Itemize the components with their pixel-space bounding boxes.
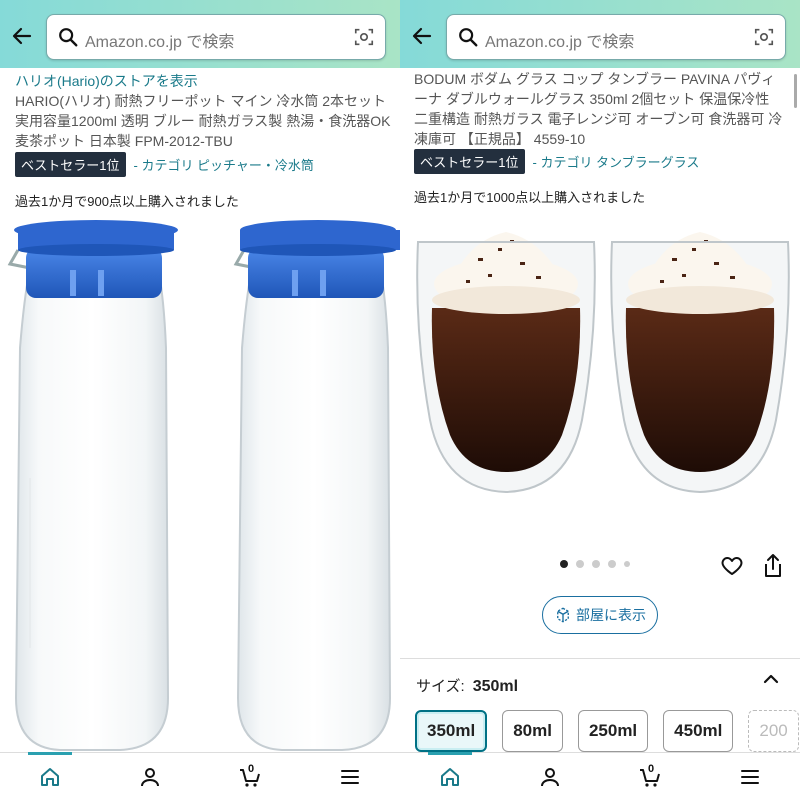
carousel-dot[interactable] [624,561,630,567]
tab-home[interactable] [400,752,500,800]
pitcher-illustration [7,220,400,751]
header-bar: Amazon.co.jp で検索 [400,0,800,68]
tab-menu[interactable] [300,753,400,800]
pitcher-right [233,220,400,751]
tab-cart[interactable]: 0 [600,753,700,800]
camera-search-icon[interactable] [353,26,375,48]
category-link[interactable]: - カテゴリ タンブラーグラス [533,152,700,171]
search-placeholder: Amazon.co.jp で検索 [485,34,635,51]
back-arrow-icon[interactable] [10,24,34,48]
divider [400,658,800,659]
product-title: HARIO(ハリオ) 耐熱フリーポット マイン 冷水筒 2本セット 実用容量12… [15,93,391,149]
pitcher-left [7,220,178,751]
bestseller-row: ベストセラー1位 - カテゴリ ピッチャー・冷水筒 [15,152,314,177]
carousel-dot[interactable] [592,560,600,568]
category-link[interactable]: - カテゴリ ピッチャー・冷水筒 [134,155,314,174]
carousel-dots[interactable] [560,560,630,568]
purchase-count-text: 過去1か月で1000点以上購入されました [414,190,646,205]
home-icon [41,767,59,786]
product-image[interactable] [0,218,400,752]
tab-cart[interactable]: 0 [200,753,300,800]
search-icon [59,28,78,47]
cart-count: 0 [648,763,655,775]
cart-count: 0 [248,763,255,775]
size-selected-value: 350ml [472,678,519,695]
store-link[interactable]: ハリオ(Hario)のストアを表示 [15,71,198,91]
tab-account[interactable] [100,753,200,800]
menu-icon [341,769,359,784]
tab-home[interactable] [0,752,100,800]
glass-illustration [416,232,790,494]
search-placeholder: Amazon.co.jp で検索 [85,34,235,51]
right-product-pane: Amazon.co.jp で検索 BODUM ボダム グラス コップ タンブラー… [400,0,800,800]
size-option[interactable]: 450ml [663,710,734,752]
ar-cube-icon [557,607,569,623]
size-options: 350ml 80ml 250ml 450ml 200 [415,710,799,752]
size-option[interactable]: 200 [748,710,799,752]
home-icon [441,767,459,786]
scrollbar[interactable] [794,74,797,108]
header-bar: Amazon.co.jp で検索 [0,0,400,68]
carousel-dot[interactable] [576,560,584,568]
menu-icon [741,769,759,784]
view-in-room-button[interactable]: 部屋に表示 [542,596,658,634]
camera-search-icon[interactable] [753,26,775,48]
search-bar[interactable]: Amazon.co.jp で検索 [46,14,386,60]
search-icon [459,28,478,47]
account-icon [541,767,559,786]
bestseller-badge: ベストセラー1位 [414,149,525,174]
search-bar[interactable]: Amazon.co.jp で検索 [446,14,786,60]
product-image[interactable] [400,210,800,500]
heart-icon[interactable] [720,554,744,578]
glass-left [416,232,596,494]
purchase-count-text: 過去1か月で900点以上購入されました [15,194,239,209]
size-option[interactable]: 250ml [577,710,649,752]
view-in-room-label: 部屋に表示 [576,607,646,623]
product-title: BODUM ボダム グラス コップ タンブラー PAVINA パヴィーナ ダブル… [414,71,783,147]
left-product-pane: Amazon.co.jp で検索 ハリオ(Hario)のストアを表示 HARIO… [0,0,400,800]
bestseller-row: ベストセラー1位 - カテゴリ タンブラーグラス [414,149,699,174]
account-icon [141,767,159,786]
bestseller-badge: ベストセラー1位 [15,152,126,177]
size-selector-header: サイズ: 350ml [416,675,518,696]
split-screen: Amazon.co.jp で検索 ハリオ(Hario)のストアを表示 HARIO… [0,0,800,800]
size-option[interactable]: 80ml [502,710,563,752]
carousel-dot[interactable] [608,560,616,568]
bottom-tab-bar: 0 [400,752,800,800]
size-label: サイズ: [416,678,465,695]
tab-account[interactable] [500,753,600,800]
carousel-dot[interactable] [560,560,568,568]
bottom-tab-bar: 0 [0,752,400,800]
glass-right [610,232,790,494]
share-icon[interactable] [762,553,784,579]
back-arrow-icon[interactable] [410,24,434,48]
tab-menu[interactable] [700,753,800,800]
chevron-up-icon[interactable] [762,670,780,688]
size-option[interactable]: 350ml [415,710,488,752]
